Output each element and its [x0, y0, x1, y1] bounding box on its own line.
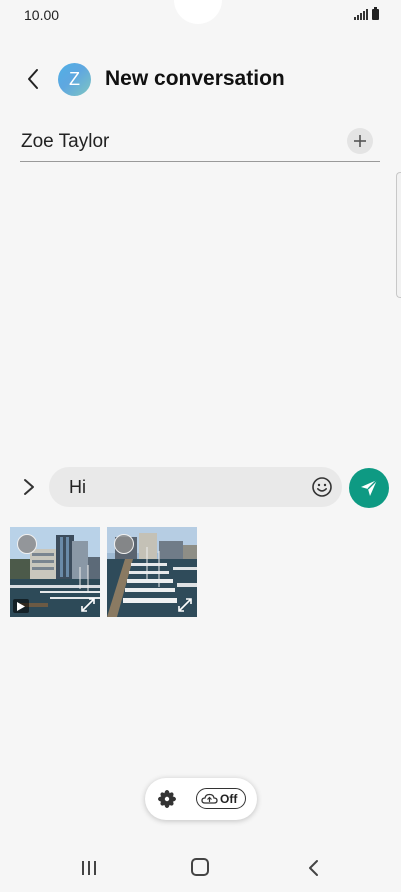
play-icon	[13, 599, 29, 613]
gallery-thumbnail-photo[interactable]	[107, 527, 197, 617]
message-text: Hi	[69, 477, 86, 497]
fullscreen-icon[interactable]	[177, 597, 193, 613]
recents-icon	[82, 861, 96, 875]
header: Z New conversation	[0, 52, 401, 108]
expand-options-button[interactable]	[16, 473, 42, 501]
emoji-icon	[312, 477, 332, 497]
chevron-right-icon	[24, 479, 34, 495]
nav-back-icon	[309, 860, 318, 876]
fullscreen-icon[interactable]	[80, 597, 96, 613]
screen: 10.00 Z New conversation Zoe Taylor Hi O…	[0, 0, 401, 892]
camera-notch	[174, 0, 222, 24]
add-recipient-button[interactable]	[347, 128, 373, 154]
select-checkbox[interactable]	[114, 534, 134, 554]
navigation-bar	[0, 850, 401, 892]
spark-icon	[158, 790, 176, 808]
nav-back-button[interactable]	[304, 858, 322, 878]
status-time: 10.00	[24, 7, 60, 23]
page-title: New conversation	[105, 67, 285, 90]
cloud-toggle-label: Off	[220, 791, 238, 806]
message-input[interactable]: Hi	[49, 467, 342, 507]
cloud-sync-toggle[interactable]: Off	[196, 788, 246, 809]
plus-icon	[354, 135, 366, 147]
home-button[interactable]	[191, 858, 209, 876]
back-button[interactable]	[16, 62, 50, 96]
floating-options-pill: Off	[145, 778, 257, 820]
gallery-thumbnail-video[interactable]	[10, 527, 100, 617]
recents-button[interactable]	[80, 859, 98, 877]
effects-button[interactable]	[157, 789, 177, 809]
edge-panel-handle[interactable]	[396, 172, 401, 298]
battery-icon	[372, 7, 379, 20]
cloud-icon	[201, 793, 218, 804]
back-arrow-icon	[28, 69, 38, 89]
avatar-letter: Z	[69, 69, 80, 89]
signal-icon	[354, 9, 368, 20]
recipient-name: Zoe Taylor	[21, 131, 110, 152]
send-button[interactable]	[349, 468, 389, 508]
recipient-field[interactable]: Zoe Taylor	[20, 124, 380, 162]
send-icon	[361, 479, 378, 496]
avatar[interactable]: Z	[58, 63, 91, 96]
emoji-button[interactable]	[311, 476, 333, 498]
status-icons	[354, 7, 379, 20]
status-bar: 10.00	[0, 0, 401, 30]
select-checkbox[interactable]	[17, 534, 37, 554]
